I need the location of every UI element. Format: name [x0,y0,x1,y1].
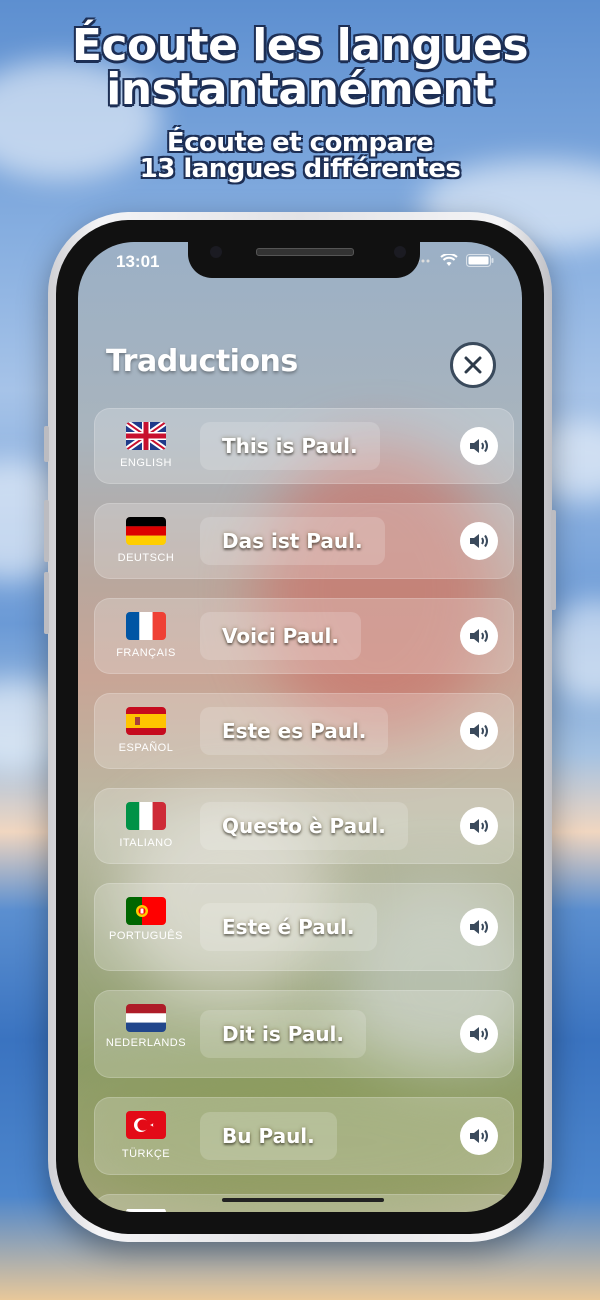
translation-row-portugues[interactable]: PORTUGUÊS Este é Paul. [94,883,514,971]
camera-icon [210,246,222,258]
translation-text: Bu Paul. [200,1112,337,1160]
germany-flag-icon [126,517,166,545]
promo-subtitle: Écoute et compare 13 langues différentes [0,130,600,182]
language-label: FRANÇAIS [116,647,176,659]
promo-title-line2: instantanément [106,64,494,115]
status-icons [410,254,494,267]
play-audio-button[interactable] [460,617,498,655]
app-screen: 13:01 Traductions ENGLISH This is Paul. … [78,242,522,1212]
play-audio-button[interactable] [460,712,498,750]
language-label: TÜRKÇE [121,1148,171,1160]
netherlands-flag-icon [126,1004,166,1032]
flag-icon [126,1208,166,1212]
turkey-flag-icon [126,1111,166,1139]
play-audio-button[interactable] [460,807,498,845]
translation-row-nederlands[interactable]: NEDERLANDS Dit is Paul. [94,990,514,1078]
speaker-icon [470,920,488,934]
close-button[interactable] [450,342,496,388]
promo-subtitle-line1: Écoute et compare [166,128,434,158]
speaker-icon [470,439,488,453]
translation-text: Questo è Paul. [200,802,408,850]
speaker-icon [470,1027,488,1041]
translation-row-francais[interactable]: FRANÇAIS Voici Paul. [94,598,514,674]
uk-flag-icon [126,422,166,450]
sensor-icon [394,246,406,258]
volume-up-button [44,500,49,562]
phone-notch [188,242,420,278]
power-button [551,510,556,610]
translation-row-partial[interactable] [94,1194,514,1212]
translation-row-turkce[interactable]: TÜRKÇE Bu Paul. [94,1097,514,1175]
translation-text: Dit is Paul. [200,1010,367,1058]
battery-icon [466,254,494,267]
play-audio-button[interactable] [460,1117,498,1155]
promo-subtitle-line2: 13 langues différentes [139,154,461,184]
earpiece-speaker [256,248,354,256]
home-indicator[interactable] [222,1198,384,1202]
speaker-icon [470,819,488,833]
language-label: NEDERLANDS [105,1037,187,1049]
language-label: ESPAÑOL [118,742,174,754]
translation-text: Este é Paul. [200,903,377,951]
status-time: 13:01 [116,252,160,271]
translation-row-english[interactable]: ENGLISH This is Paul. [94,408,514,484]
france-flag-icon [126,612,166,640]
translation-text: Este es Paul. [200,707,389,755]
translation-row-italiano[interactable]: ITALIANO Questo è Paul. [94,788,514,864]
promo-title-line1: Écoute les langues [71,20,529,71]
play-audio-button[interactable] [460,522,498,560]
volume-down-button [44,572,49,634]
page-title: Traductions [106,344,298,379]
translation-text: This is Paul. [200,422,380,470]
translation-row-espanol[interactable]: ESPAÑOL Este es Paul. [94,693,514,769]
speaker-icon [470,1129,488,1143]
language-label: DEUTSCH [117,552,175,564]
spain-flag-icon [126,707,166,735]
play-audio-button[interactable] [460,908,498,946]
language-label: ENGLISH [120,457,172,469]
translation-text: Voici Paul. [200,612,361,660]
portugal-flag-icon [126,897,166,925]
italy-flag-icon [126,802,166,830]
play-audio-button[interactable] [460,1015,498,1053]
wifi-icon [440,254,458,266]
language-label: PORTUGUÊS [109,930,183,942]
speaker-icon [470,629,488,643]
translation-text: Das ist Paul. [200,517,385,565]
play-audio-button[interactable] [460,427,498,465]
speaker-icon [470,534,488,548]
language-label: ITALIANO [119,837,173,849]
speaker-icon [470,724,488,738]
translation-row-deutsch[interactable]: DEUTSCH Das ist Paul. [94,503,514,579]
phone-frame: 13:01 Traductions ENGLISH This is Paul. … [44,212,556,1242]
promo-title: Écoute les langues instantanément [0,24,600,112]
close-icon [464,356,482,374]
mute-switch [44,426,49,462]
